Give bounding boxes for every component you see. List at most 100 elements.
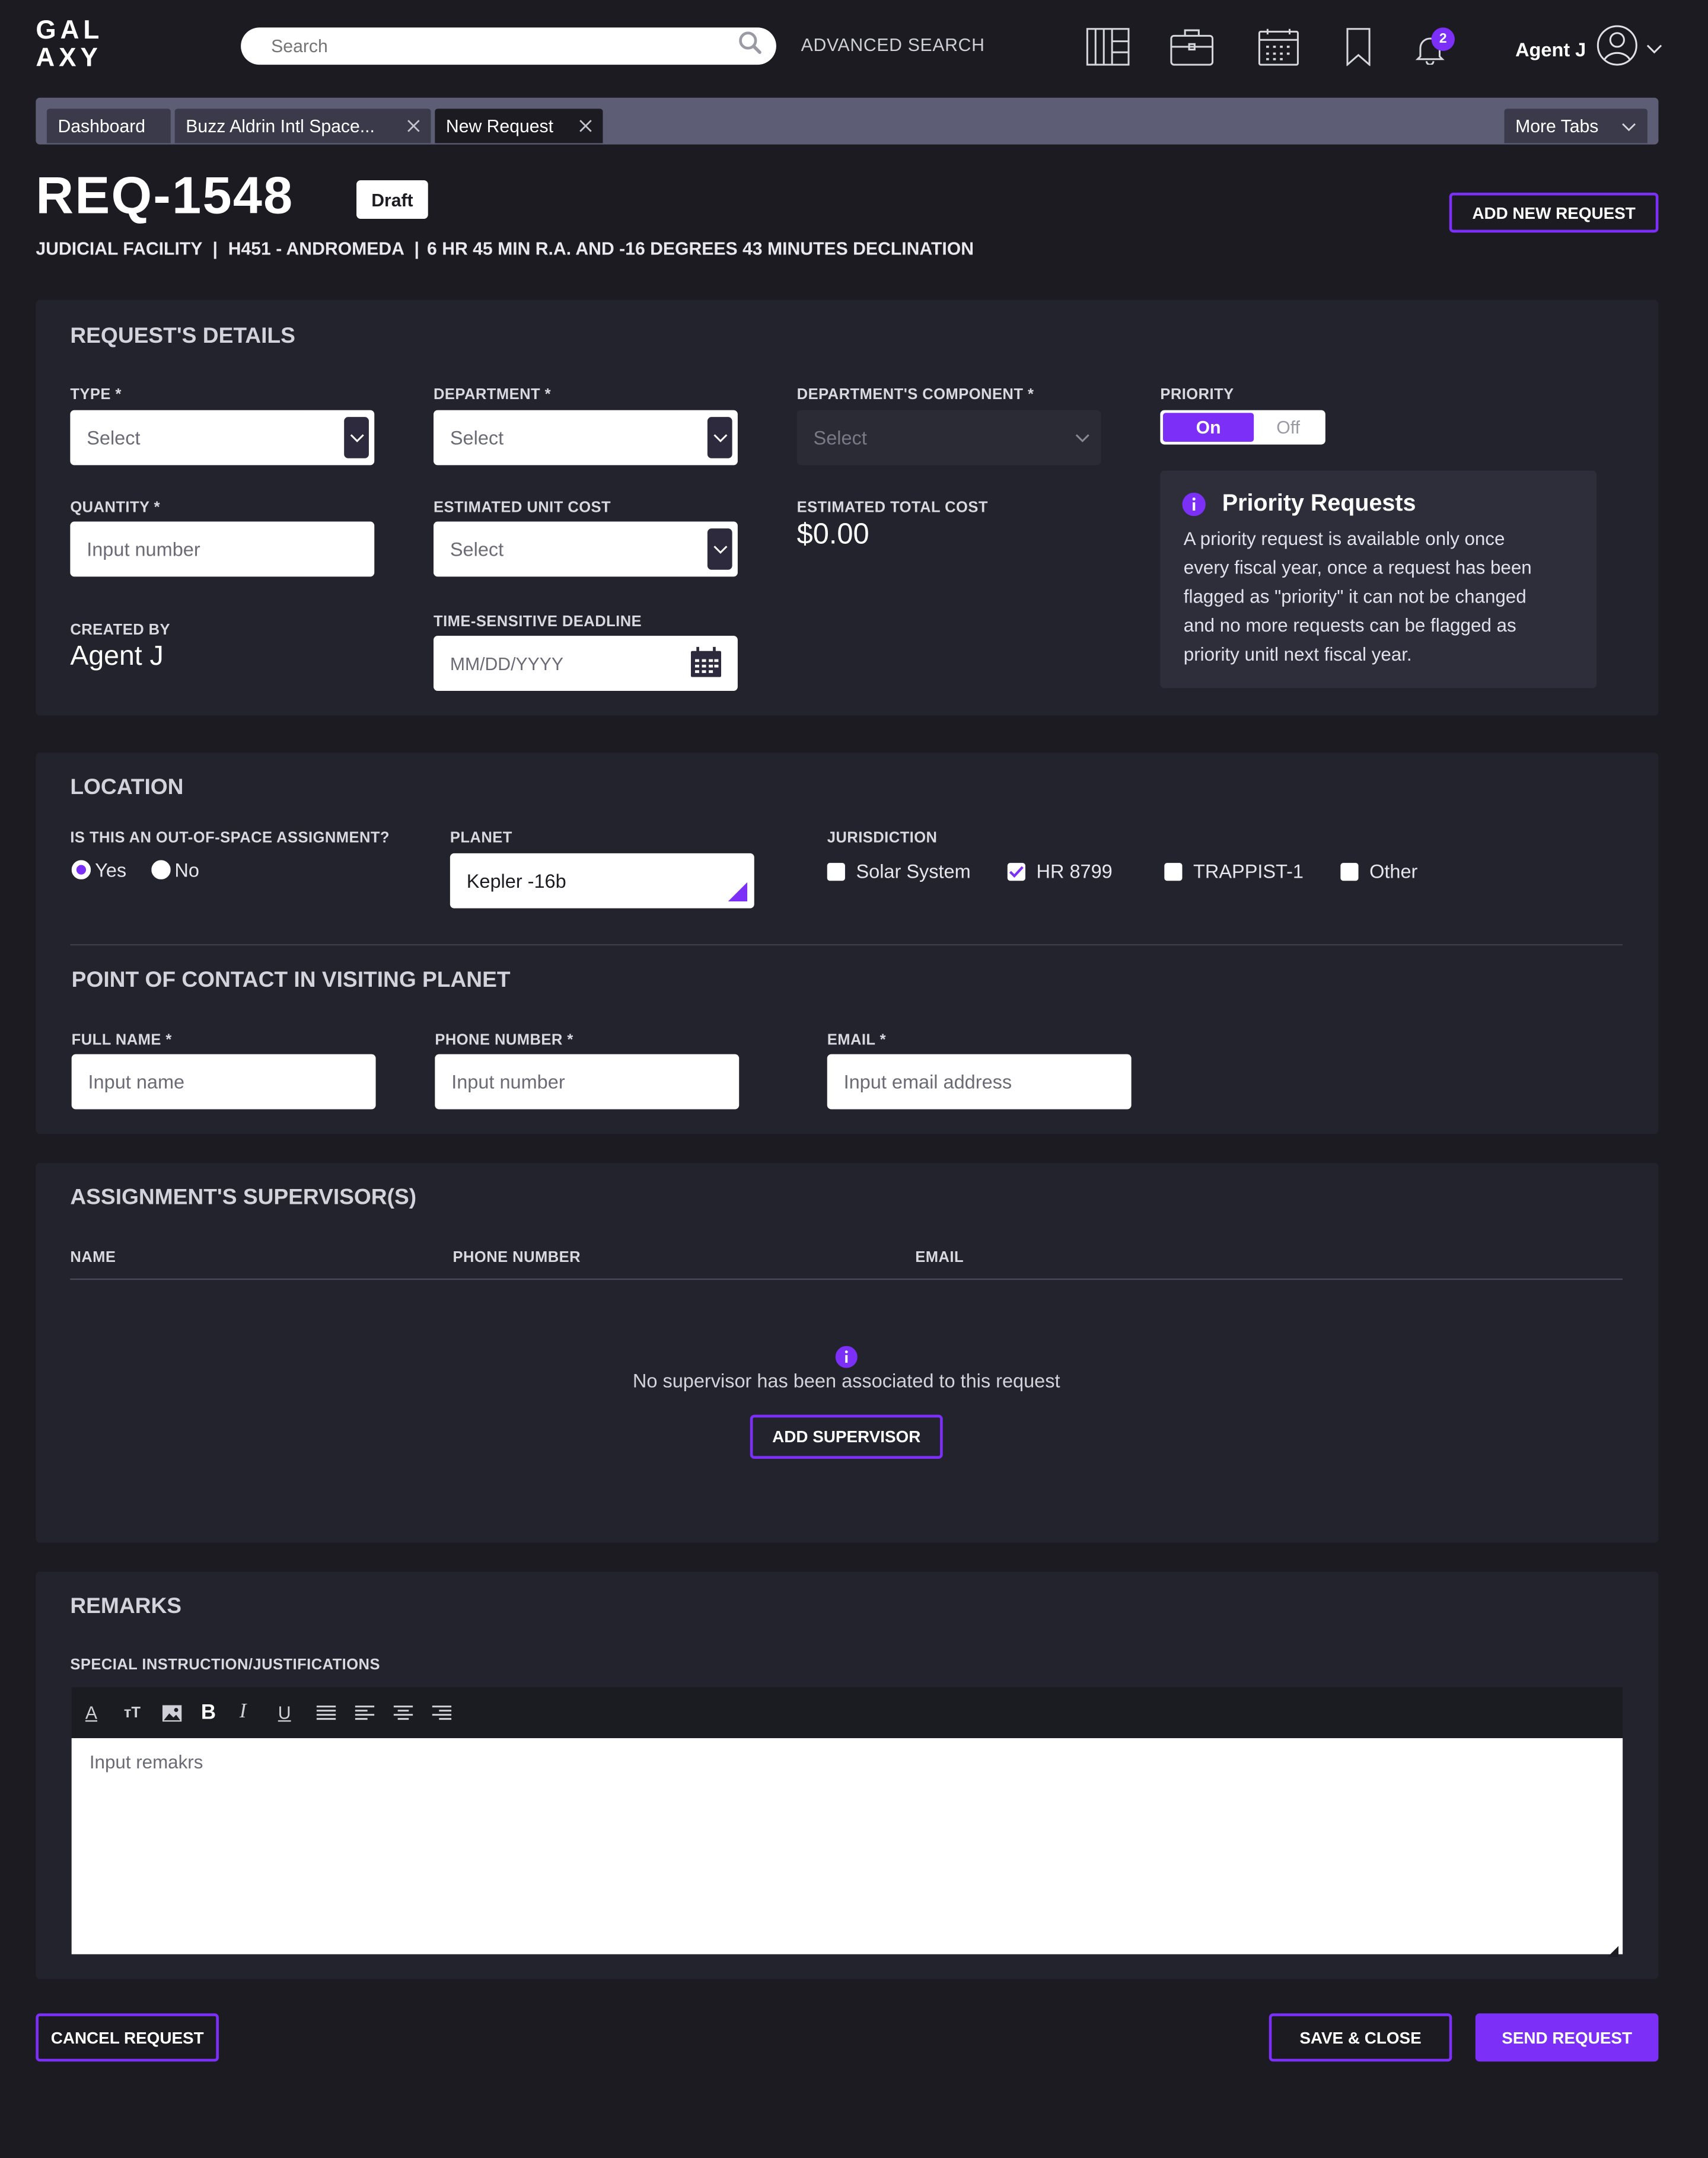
info-line: and no more requests can be flagged as — [1183, 615, 1516, 636]
priority-info-text: A priority request is available only onc… — [1184, 524, 1583, 669]
priority-off[interactable]: Off — [1254, 417, 1323, 438]
priority-on[interactable]: On — [1162, 413, 1254, 442]
tab-dashboard[interactable]: Dashboard — [46, 109, 171, 144]
cancel-request-button[interactable]: CANCEL REQUEST — [36, 2013, 219, 2062]
column-header-email: EMAIL — [915, 1249, 964, 1267]
chevron-down-icon — [707, 417, 732, 458]
priority-label: PRIORITY — [1160, 387, 1234, 403]
image-icon[interactable] — [162, 1704, 201, 1722]
search-input[interactable] — [268, 34, 687, 58]
deadline-placeholder: MM/DD/YYYY — [450, 653, 563, 674]
type-select[interactable]: Select — [70, 410, 375, 466]
calendar-icon[interactable] — [1258, 27, 1299, 73]
email-label: EMAIL * — [827, 1032, 886, 1049]
user-name: Agent J — [1515, 37, 1586, 60]
priority-info-title: Priority Requests — [1222, 490, 1416, 517]
planet-input[interactable]: Kepler -16b — [450, 853, 754, 909]
priority-toggle[interactable]: On Off — [1160, 410, 1325, 445]
close-icon[interactable] — [579, 116, 592, 136]
jurisdiction-trappist-1[interactable]: TRAPPIST-1 — [1164, 860, 1304, 882]
section-title: REMARKS — [70, 1595, 182, 1619]
checkbox[interactable] — [1164, 862, 1183, 881]
font-color-icon[interactable]: A — [85, 1703, 124, 1723]
library-icon[interactable] — [1086, 27, 1130, 73]
info-line: every fiscal year, once a request has be… — [1183, 557, 1532, 578]
bold-icon[interactable]: B — [201, 1701, 240, 1724]
tab-buzz-aldrin[interactable]: Buzz Aldrin Intl Space... — [174, 109, 431, 144]
resize-corner-icon — [728, 882, 748, 909]
search-icon[interactable] — [738, 30, 763, 62]
unit-cost-value: Select — [450, 538, 504, 560]
user-menu[interactable]: Agent J — [1515, 25, 1663, 73]
planet-label: PLANET — [450, 830, 512, 847]
phone-input[interactable]: Input number — [435, 1054, 740, 1110]
total-cost-value: $0.00 — [796, 518, 869, 551]
advanced-search-link[interactable]: ADVANCED SEARCH — [801, 34, 985, 55]
location-text: H451 - ANDROMEDA — [228, 238, 404, 259]
more-tabs-label: More Tabs — [1515, 115, 1599, 136]
italic-icon[interactable]: I — [240, 1701, 278, 1724]
created-by-label: CREATED BY — [70, 621, 171, 639]
jurisdiction-other[interactable]: Other — [1340, 860, 1417, 882]
bookmark-icon[interactable] — [1344, 27, 1372, 73]
justify-icon[interactable] — [316, 1704, 355, 1721]
coordinates-text: 6 HR 45 MIN R.A. AND -16 DEGREES 43 MINU… — [427, 238, 974, 259]
checkbox[interactable] — [1340, 862, 1359, 881]
checkbox[interactable] — [827, 862, 845, 881]
add-new-request-button[interactable]: ADD NEW REQUEST — [1449, 192, 1659, 233]
notification-badge: 2 — [1431, 27, 1455, 51]
department-value: Select — [450, 426, 504, 449]
info-icon — [1182, 492, 1206, 523]
jurisdiction-hr-8799[interactable]: HR 8799 — [1007, 860, 1113, 882]
underline-icon[interactable]: U — [278, 1703, 317, 1723]
add-supervisor-button[interactable]: ADD SUPERVISOR — [750, 1414, 943, 1459]
info-line: priority unitl next fiscal year. — [1183, 644, 1412, 665]
contact-title: POINT OF CONTACT IN VISITING PLANET — [71, 968, 511, 993]
facility-text: JUDICIAL FACILITY — [36, 238, 202, 259]
unit-cost-label: ESTIMATED UNIT COST — [434, 499, 611, 517]
component-label: DEPARTMENT'S COMPONENT * — [796, 387, 1034, 403]
section-title: ASSIGNMENT'S SUPERVISOR(S) — [70, 1186, 417, 1210]
column-header-name: NAME — [70, 1249, 116, 1267]
briefcase-icon[interactable] — [1170, 27, 1214, 73]
checkbox-checked[interactable] — [1007, 862, 1025, 881]
jurisdiction-solar-system[interactable]: Solar System — [827, 860, 971, 882]
full-name-label: FULL NAME * — [71, 1032, 172, 1049]
created-by-value: Agent J — [70, 641, 164, 672]
column-header-phone: PHONE NUMBER — [453, 1249, 581, 1267]
tab-label: Dashboard — [58, 115, 146, 136]
align-left-icon[interactable] — [355, 1704, 394, 1721]
department-select[interactable]: Select — [434, 410, 738, 466]
close-icon[interactable] — [407, 116, 420, 136]
align-center-icon[interactable] — [393, 1704, 432, 1721]
type-label: TYPE * — [70, 387, 122, 403]
radio-yes[interactable]: Yes — [71, 859, 126, 881]
department-label: DEPARTMENT * — [434, 387, 552, 403]
component-select[interactable]: Select — [796, 410, 1101, 466]
send-request-button[interactable]: SEND REQUEST — [1475, 2013, 1659, 2062]
resize-handle-icon[interactable] — [1607, 1939, 1619, 1964]
chevron-down-icon — [707, 528, 732, 570]
search-bar[interactable] — [241, 27, 776, 65]
status-badge: Draft — [356, 180, 428, 219]
jurisdiction-label: JURISDICTION — [827, 830, 938, 847]
deadline-input[interactable]: MM/DD/YYYY — [434, 636, 738, 691]
chevron-down-icon[interactable] — [1646, 36, 1663, 61]
quantity-input[interactable]: Input number — [70, 521, 375, 577]
full-name-input[interactable]: Input name — [71, 1054, 376, 1110]
text-size-icon[interactable]: тT — [124, 1704, 162, 1721]
radio-no[interactable]: No — [151, 859, 199, 881]
calendar-icon[interactable] — [690, 646, 722, 681]
remarks-textarea[interactable]: Input remakrs — [71, 1738, 1623, 1955]
email-input[interactable]: Input email address — [827, 1054, 1132, 1110]
brand-logo[interactable]: GAL AXY — [36, 17, 103, 73]
avatar-icon — [1597, 25, 1639, 73]
align-right-icon[interactable] — [432, 1704, 471, 1721]
chevron-down-icon — [1621, 116, 1637, 136]
more-tabs-button[interactable]: More Tabs — [1504, 109, 1648, 144]
request-subtitle: JUDICIAL FACILITY | H451 - ANDROMEDA | 6… — [36, 238, 974, 259]
unit-cost-select[interactable]: Select — [434, 521, 738, 577]
tab-label: New Request — [445, 115, 554, 136]
save-close-button[interactable]: SAVE & CLOSE — [1269, 2013, 1452, 2062]
tab-new-request[interactable]: New Request — [435, 109, 603, 144]
